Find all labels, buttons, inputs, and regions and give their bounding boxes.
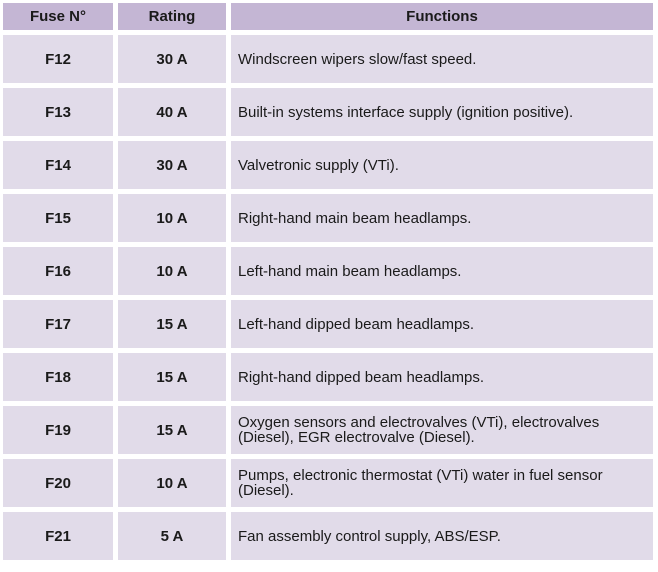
fuse-number-cell: F15 — [3, 194, 113, 242]
table-row: F12 30 A Windscreen wipers slow/fast speed… — [3, 35, 653, 83]
function-cell: Valvetronic supply (VTi). — [231, 141, 653, 189]
fuse-number-cell: F16 — [3, 247, 113, 295]
table-row: F20 10 A Pumps, electronic thermostat (VTi… — [3, 459, 653, 507]
function-cell: Left-hand main beam headlamps. — [231, 247, 653, 295]
table-row: F19 15 A Oxygen sensors and electrovalves … — [3, 406, 653, 454]
function-cell: Oxygen sensors and electrovalves (VTi), … — [231, 406, 653, 454]
function-cell: Built-in systems interface supply (ignit… — [231, 88, 653, 136]
fuse-number-cell: F18 — [3, 353, 113, 401]
function-cell: Windscreen wipers slow/fast speed. — [231, 35, 653, 83]
header-rating: Rating — [118, 3, 226, 30]
rating-cell: 30 A — [118, 35, 226, 83]
header-row: Fuse N° Rating Functions — [3, 3, 653, 30]
fuse-number-cell: F17 — [3, 300, 113, 348]
table-row: F21 5 A Fan assembly control supply, ABS/E… — [3, 512, 653, 560]
header-functions: Functions — [231, 3, 653, 30]
fuse-number-cell: F20 — [3, 459, 113, 507]
table-row: F16 10 A Left-hand main beam headlamps. — [3, 247, 653, 295]
fuse-number-cell: F21 — [3, 512, 113, 560]
rating-cell: 15 A — [118, 353, 226, 401]
rating-cell: 15 A — [118, 406, 226, 454]
rating-cell: 10 A — [118, 194, 226, 242]
fuse-number-cell: F19 — [3, 406, 113, 454]
fuse-number-cell: F12 — [3, 35, 113, 83]
rating-cell: 30 A — [118, 141, 226, 189]
header-fuse-number: Fuse N° — [3, 3, 113, 30]
table-row: F18 15 A Right-hand dipped beam headlamps. — [3, 353, 653, 401]
table-row: F14 30 A Valvetronic supply (VTi). — [3, 141, 653, 189]
function-cell: Left-hand dipped beam headlamps. — [231, 300, 653, 348]
rating-cell: 10 A — [118, 459, 226, 507]
function-cell: Pumps, electronic thermostat (VTi) water… — [231, 459, 653, 507]
rating-cell: 10 A — [118, 247, 226, 295]
function-cell: Right-hand dipped beam headlamps. — [231, 353, 653, 401]
fuse-table: Fuse N° Rating Functions F12 30 A Windscre… — [0, 0, 658, 565]
table-row: F13 40 A Built-in systems interface supply… — [3, 88, 653, 136]
table-row: F17 15 A Left-hand dipped beam headlamps. — [3, 300, 653, 348]
rating-cell: 15 A — [118, 300, 226, 348]
fuse-number-cell: F13 — [3, 88, 113, 136]
function-cell: Fan assembly control supply, ABS/ESP. — [231, 512, 653, 560]
fuse-number-cell: F14 — [3, 141, 113, 189]
rating-cell: 5 A — [118, 512, 226, 560]
rating-cell: 40 A — [118, 88, 226, 136]
function-cell: Right-hand main beam headlamps. — [231, 194, 653, 242]
table-row: F15 10 A Right-hand main beam headlamps. — [3, 194, 653, 242]
